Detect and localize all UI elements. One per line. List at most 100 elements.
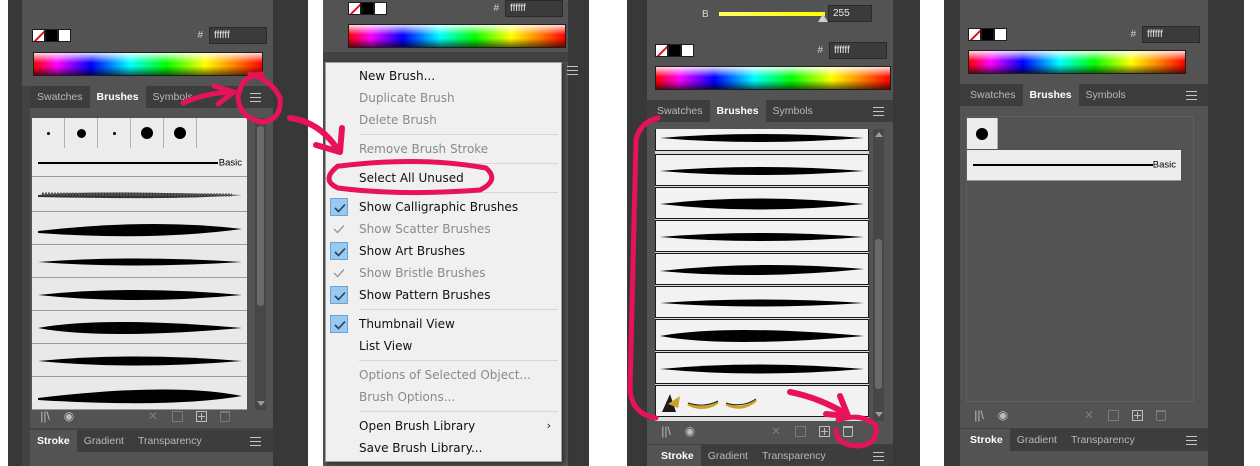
- stroke-panel-menu-icon[interactable]: [250, 437, 261, 446]
- hex-input[interactable]: ffffff: [505, 0, 563, 17]
- brush-options-icon[interactable]: ◉: [996, 408, 1010, 422]
- fill-stroke-swatches[interactable]: [968, 28, 1007, 41]
- brush-row-pattern-selected[interactable]: [655, 385, 869, 417]
- library-icon[interactable]: ||\: [972, 408, 986, 422]
- fill-stroke-swatches[interactable]: [32, 29, 71, 42]
- color-spectrum[interactable]: [33, 52, 263, 76]
- tab-swatches[interactable]: Swatches: [960, 84, 1023, 106]
- new-brush-icon[interactable]: [1130, 408, 1144, 422]
- brush-options-icon[interactable]: ◉: [62, 409, 76, 423]
- remove-stroke-icon[interactable]: ✕: [769, 424, 783, 438]
- menu-item-show-scatter[interactable]: Show Scatter Brushes: [326, 218, 561, 240]
- panel-menu-icon[interactable]: [873, 107, 884, 116]
- menu-item-show-bristle[interactable]: Show Bristle Brushes: [326, 262, 561, 284]
- color-spectrum[interactable]: [968, 50, 1186, 74]
- brush-row-art-selected[interactable]: [655, 319, 869, 351]
- none-swatch[interactable]: [348, 2, 361, 15]
- tab-gradient[interactable]: Gradient: [77, 430, 131, 452]
- stroke-panel-menu-icon[interactable]: [1186, 436, 1197, 445]
- menu-item-open-brush-library[interactable]: Open Brush Library ›: [326, 415, 561, 437]
- stroke-panel-menu-icon[interactable]: [873, 452, 884, 461]
- none-swatch[interactable]: [968, 28, 981, 41]
- menu-item-show-calligraphic[interactable]: Show Calligraphic Brushes: [326, 196, 561, 218]
- brush-options-box-icon[interactable]: [793, 424, 807, 438]
- color-spectrum[interactable]: [655, 66, 891, 90]
- menu-item-list-view[interactable]: List View: [326, 335, 561, 357]
- brush-dot-cell[interactable]: [65, 118, 98, 148]
- tab-brushes[interactable]: Brushes: [709, 100, 766, 122]
- tab-symbols[interactable]: Symbols: [146, 86, 200, 108]
- white-swatch[interactable]: [994, 28, 1007, 41]
- brush-row-art-selected[interactable]: [655, 187, 869, 219]
- brush-scrollbar[interactable]: [873, 129, 884, 421]
- brush-row-art[interactable]: [32, 213, 247, 245]
- brush-scrollbar[interactable]: [255, 118, 266, 410]
- scroll-thumb[interactable]: [875, 239, 882, 389]
- menu-item-duplicate-brush[interactable]: Duplicate Brush: [326, 87, 561, 109]
- scroll-down-arrow[interactable]: [875, 412, 883, 417]
- brush-row-art[interactable]: [32, 345, 247, 377]
- scroll-thumb[interactable]: [257, 126, 264, 306]
- brush-row-basic[interactable]: Basic: [32, 149, 247, 177]
- none-swatch[interactable]: [655, 44, 668, 57]
- library-icon[interactable]: ||\: [659, 424, 673, 438]
- brush-dot-cell[interactable]: [967, 118, 998, 149]
- brush-options-box-icon[interactable]: [1106, 408, 1120, 422]
- menu-item-select-all-unused[interactable]: Select All Unused: [326, 167, 561, 189]
- brush-row-art-selected[interactable]: [655, 286, 869, 318]
- menu-item-delete-brush[interactable]: Delete Brush: [326, 109, 561, 131]
- white-swatch[interactable]: [374, 2, 387, 15]
- library-icon[interactable]: ||\: [38, 409, 52, 423]
- brush-row-art-selected[interactable]: [655, 154, 869, 186]
- black-swatch[interactable]: [981, 28, 994, 41]
- new-brush-icon[interactable]: [194, 409, 208, 423]
- brush-options-icon[interactable]: ◉: [683, 424, 697, 438]
- hex-input[interactable]: ffffff: [209, 27, 267, 44]
- menu-item-remove-brush-stroke[interactable]: Remove Brush Stroke: [326, 138, 561, 160]
- menu-item-new-brush[interactable]: New Brush...: [326, 65, 561, 87]
- hex-input[interactable]: ffffff: [1142, 26, 1200, 43]
- panel-menu-icon[interactable]: [250, 93, 261, 102]
- brush-options-box-icon[interactable]: [170, 409, 184, 423]
- tab-transparency[interactable]: Transparency: [1064, 429, 1142, 451]
- color-spectrum[interactable]: [348, 24, 566, 48]
- brush-dot-cell[interactable]: [131, 118, 164, 148]
- tab-symbols[interactable]: Symbols: [766, 100, 820, 122]
- brightness-slider[interactable]: [719, 12, 825, 16]
- white-swatch[interactable]: [58, 29, 71, 42]
- tab-brushes[interactable]: Brushes: [89, 86, 146, 108]
- slider-value-input[interactable]: 255: [828, 5, 872, 22]
- brush-row-charcoal[interactable]: [32, 178, 247, 212]
- tab-stroke[interactable]: Stroke: [647, 445, 701, 466]
- remove-stroke-icon[interactable]: ✕: [146, 409, 160, 423]
- tab-transparency[interactable]: Transparency: [755, 445, 833, 466]
- menu-item-save-brush-library[interactable]: Save Brush Library...: [326, 437, 561, 459]
- brush-dot-cell[interactable]: [32, 118, 65, 148]
- black-swatch[interactable]: [361, 2, 374, 15]
- brush-row-art[interactable]: [32, 279, 247, 311]
- tab-stroke[interactable]: Stroke: [30, 430, 77, 452]
- black-swatch[interactable]: [45, 29, 58, 42]
- hex-input[interactable]: ffffff: [829, 42, 887, 59]
- brush-row-art[interactable]: [32, 246, 247, 278]
- brush-row-art[interactable]: [32, 312, 247, 344]
- trash-icon[interactable]: [1154, 408, 1168, 422]
- brush-row-art-selected[interactable]: [655, 352, 869, 384]
- tab-brushes[interactable]: Brushes: [1022, 84, 1079, 106]
- new-brush-icon[interactable]: [817, 424, 831, 438]
- trash-icon[interactable]: [218, 409, 232, 423]
- menu-item-brush-options[interactable]: Brush Options...: [326, 386, 561, 408]
- slider-thumb[interactable]: [818, 14, 828, 22]
- brush-dot-cell[interactable]: [164, 118, 197, 148]
- menu-item-thumbnail-view[interactable]: Thumbnail View: [326, 313, 561, 335]
- tab-gradient[interactable]: Gradient: [1010, 429, 1064, 451]
- none-swatch[interactable]: [32, 29, 45, 42]
- fill-stroke-swatches[interactable]: [655, 44, 694, 57]
- brush-row-basic[interactable]: Basic: [967, 150, 1181, 181]
- tab-swatches[interactable]: Swatches: [30, 86, 90, 108]
- brush-row-art-selected[interactable]: [655, 253, 869, 285]
- tab-swatches[interactable]: Swatches: [647, 100, 710, 122]
- tab-stroke[interactable]: Stroke: [960, 429, 1010, 451]
- white-swatch[interactable]: [681, 44, 694, 57]
- brush-dot-cell[interactable]: [98, 118, 131, 148]
